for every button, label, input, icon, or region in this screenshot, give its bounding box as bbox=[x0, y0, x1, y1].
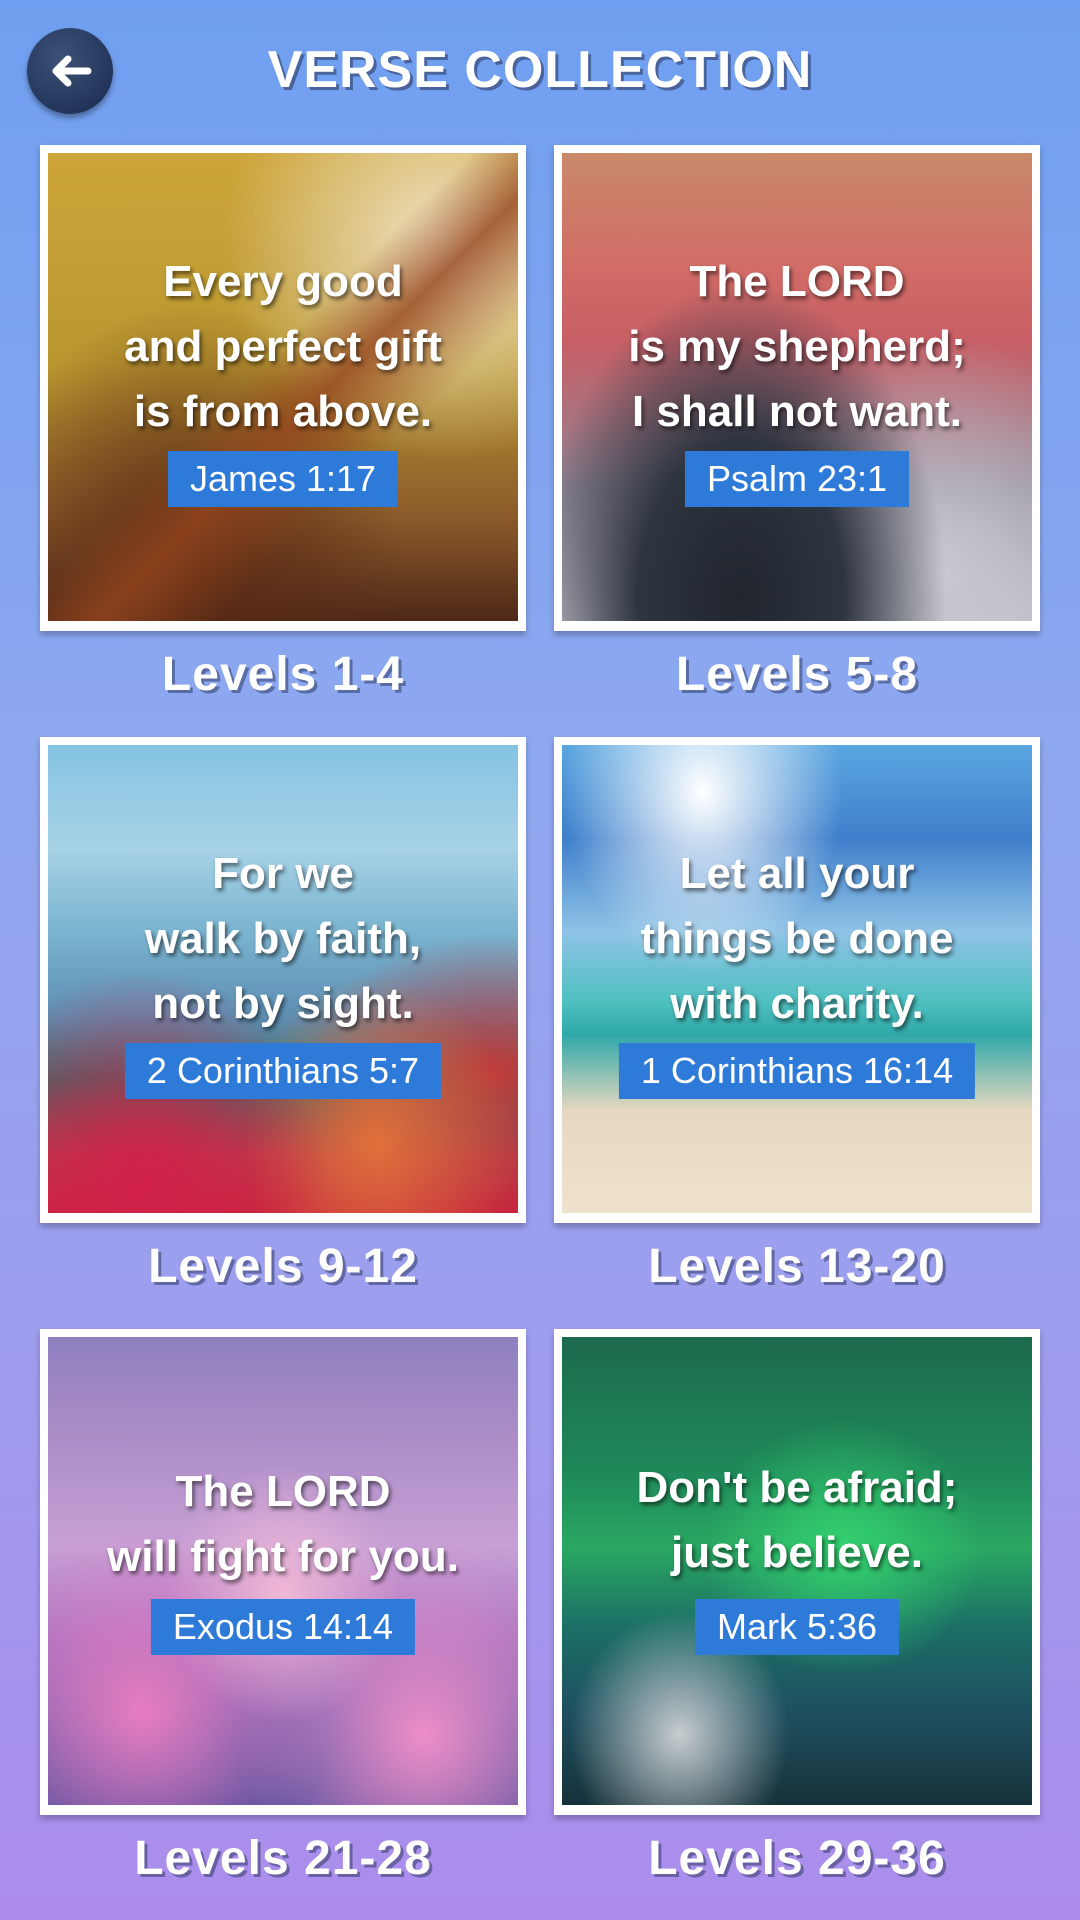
header: VERSE COLLECTION bbox=[0, 0, 1080, 140]
collection-thumbnail[interactable]: Don't be afraid; just believe. Mark 5:36 bbox=[554, 1329, 1040, 1815]
verse-reference: 2 Corinthians 5:7 bbox=[124, 1043, 442, 1099]
collection-thumbnail[interactable]: The LORD will fight for you. Exodus 14:1… bbox=[40, 1329, 526, 1815]
verse-text: Don't be afraid; just believe. bbox=[636, 1463, 958, 1577]
collection-thumbnail[interactable]: Let all your things be done with charity… bbox=[554, 737, 1040, 1223]
level-range-label: Levels 9-12 bbox=[148, 1240, 418, 1293]
verse-reference: James 1:17 bbox=[167, 451, 399, 507]
collection-thumbnail[interactable]: The LORD is my shepherd; I shall not wan… bbox=[554, 145, 1040, 631]
collection-card-3[interactable]: For we walk by faith, not by sight. 2 Co… bbox=[40, 737, 526, 1293]
collection-card-6[interactable]: Don't be afraid; just believe. Mark 5:36… bbox=[554, 1329, 1040, 1885]
level-range-label: Levels 29-36 bbox=[648, 1832, 946, 1885]
level-range-label: Levels 13-20 bbox=[648, 1240, 946, 1293]
verse-reference: Psalm 23:1 bbox=[684, 451, 910, 507]
collection-card-4[interactable]: Let all your things be done with charity… bbox=[554, 737, 1040, 1293]
verse-text: The LORD is my shepherd; I shall not wan… bbox=[628, 257, 966, 436]
level-range-label: Levels 5-8 bbox=[675, 648, 919, 701]
verse-reference: Exodus 14:14 bbox=[150, 1599, 416, 1655]
collection-thumbnail[interactable]: Every good and perfect gift is from abov… bbox=[40, 145, 526, 631]
verse-text: Every good and perfect gift is from abov… bbox=[124, 257, 442, 436]
level-range-label: Levels 1-4 bbox=[161, 648, 405, 701]
collection-card-2[interactable]: The LORD is my shepherd; I shall not wan… bbox=[554, 145, 1040, 701]
collection-card-1[interactable]: Every good and perfect gift is from abov… bbox=[40, 145, 526, 701]
verse-text: The LORD will fight for you. bbox=[107, 1467, 459, 1581]
level-range-label: Levels 21-28 bbox=[134, 1832, 432, 1885]
verse-reference: 1 Corinthians 16:14 bbox=[618, 1043, 976, 1099]
collection-card-5[interactable]: The LORD will fight for you. Exodus 14:1… bbox=[40, 1329, 526, 1885]
verse-reference: Mark 5:36 bbox=[694, 1599, 900, 1655]
page-title: VERSE COLLECTION bbox=[267, 41, 813, 99]
verse-text: Let all your things be done with charity… bbox=[640, 849, 954, 1028]
verse-text: For we walk by faith, not by sight. bbox=[144, 849, 422, 1028]
collection-thumbnail[interactable]: For we walk by faith, not by sight. 2 Co… bbox=[40, 737, 526, 1223]
